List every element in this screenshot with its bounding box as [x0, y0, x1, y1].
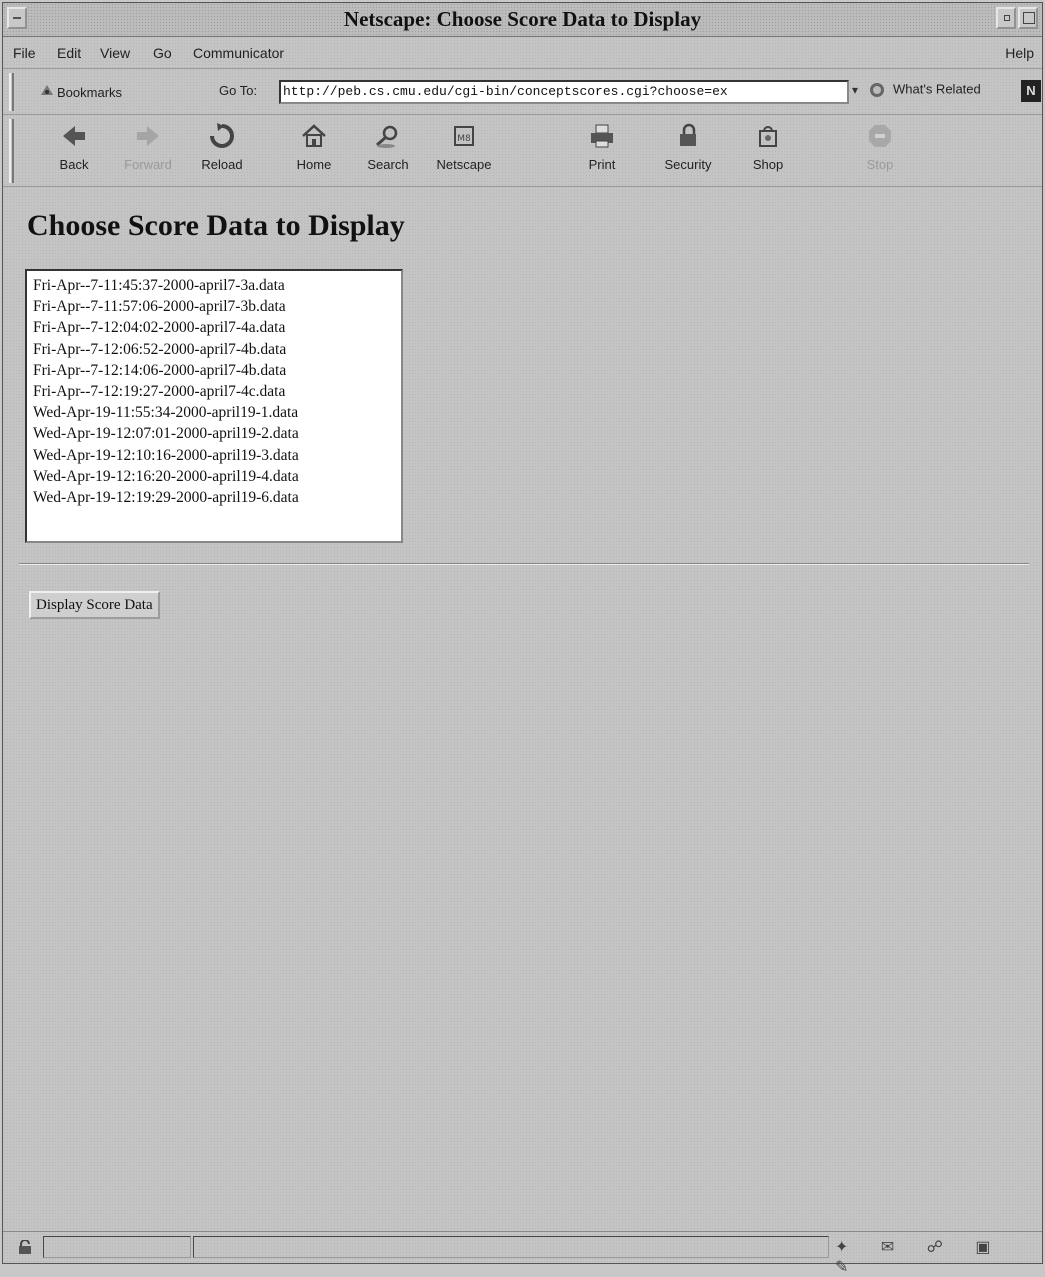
display-score-data-button[interactable]: Display Score Data	[29, 591, 160, 619]
menu-bar: File Edit View Go Communicator Help	[3, 37, 1042, 69]
component-navigator-icon[interactable]: ✦	[835, 1237, 862, 1257]
print-label: Print	[588, 157, 616, 172]
discussion-icon[interactable]: ☍	[927, 1237, 957, 1257]
whats-related-icon	[867, 81, 893, 99]
list-item[interactable]: Wed-Apr-19-11:55:34-2000-april19-1.data	[33, 402, 395, 423]
netscape-label: Netscape	[436, 157, 492, 172]
print-button[interactable]: Print	[569, 119, 635, 181]
score-file-listbox[interactable]: Fri-Apr--7-11:45:37-2000-april7-3a.data …	[25, 269, 403, 543]
reload-button[interactable]: Reload	[189, 119, 255, 181]
svg-text:M8: M8	[457, 134, 471, 144]
url-dropdown-icon[interactable]: ▾	[852, 83, 858, 97]
search-label: Search	[367, 157, 409, 172]
bookmarks-button[interactable]: Bookmarks	[39, 83, 122, 100]
menu-help[interactable]: Help	[1005, 45, 1034, 61]
composer-icon[interactable]: ▣	[975, 1237, 1004, 1257]
forward-label: Forward	[124, 157, 172, 172]
menu-edit[interactable]: Edit	[57, 45, 81, 61]
stop-icon	[869, 125, 891, 147]
forward-button[interactable]: Forward	[115, 119, 181, 181]
status-bar: ✦ ✉ ☍ ▣ ✎	[3, 1231, 1042, 1276]
home-button[interactable]: Home	[281, 119, 347, 181]
bookmarks-label: Bookmarks	[57, 85, 123, 100]
navigation-toolbar: Back Forward Reload Home Search M8 Netsc…	[3, 115, 1042, 187]
list-item[interactable]: Wed-Apr-19-12:07:01-2000-april19-2.data	[33, 423, 395, 444]
home-icon	[302, 124, 326, 147]
whats-related-button[interactable]: What's Related	[867, 81, 981, 99]
stop-button[interactable]: Stop	[847, 119, 913, 181]
window-title: Netscape: Choose Score Data to Display	[343, 7, 702, 31]
reload-label: Reload	[201, 157, 243, 172]
menu-view[interactable]: View	[100, 45, 130, 61]
lock-icon[interactable]	[17, 1240, 33, 1254]
netscape-icon: M8	[454, 126, 474, 146]
back-button[interactable]: Back	[41, 119, 107, 181]
shop-label: Shop	[752, 157, 784, 172]
list-item[interactable]: Fri-Apr--7-11:45:37-2000-april7-3a.data	[33, 275, 395, 296]
shop-button[interactable]: Shop	[735, 119, 801, 181]
list-item[interactable]: Wed-Apr-19-12:19:29-2000-april19-6.data	[33, 487, 395, 508]
menu-go[interactable]: Go	[153, 45, 172, 61]
print-icon	[591, 124, 613, 148]
toolbar-grip[interactable]	[9, 73, 14, 111]
netscape-logo[interactable]: N	[1021, 80, 1041, 102]
list-item[interactable]: Wed-Apr-19-12:10:16-2000-april19-3.data	[33, 445, 395, 466]
browser-window: Netscape: Choose Score Data to Display F…	[2, 2, 1043, 1276]
search-button[interactable]: Search	[355, 119, 421, 181]
goto-label: Go To:	[219, 83, 258, 98]
security-button[interactable]: Security	[655, 119, 721, 181]
title-bar: Netscape: Choose Score Data to Display	[3, 3, 1042, 37]
list-item[interactable]: Fri-Apr--7-12:04:02-2000-april7-4a.data	[33, 317, 395, 338]
netscape-button[interactable]: M8 Netscape	[431, 119, 497, 181]
back-icon	[63, 126, 85, 146]
pen-icon[interactable]: ✎	[835, 1257, 862, 1277]
search-icon	[376, 125, 398, 148]
security-icon	[680, 123, 696, 146]
horizontal-rule	[19, 563, 1029, 565]
mail-icon[interactable]: ✉	[881, 1237, 908, 1257]
list-item[interactable]: Fri-Apr--7-11:57:06-2000-april7-3b.data	[33, 296, 395, 317]
maximize-icon[interactable]	[1018, 7, 1038, 29]
progress-field	[43, 1236, 191, 1258]
location-toolbar: Bookmarks Go To: http://peb.cs.cmu.edu/c…	[3, 69, 1042, 115]
bookmarks-icon	[39, 83, 57, 100]
minimize-icon[interactable]	[996, 7, 1016, 29]
menu-communicator[interactable]: Communicator	[193, 45, 284, 61]
page-content: Choose Score Data to Display Fri-Apr--7-…	[11, 193, 1031, 1233]
list-item[interactable]: Fri-Apr--7-12:14:06-2000-april7-4b.data	[33, 360, 395, 381]
whats-related-label: What's Related	[893, 81, 981, 97]
menu-file[interactable]: File	[13, 45, 36, 61]
component-bar: ✦ ✉ ☍ ▣ ✎	[835, 1237, 1042, 1277]
list-item[interactable]: Wed-Apr-19-12:16:20-2000-april19-4.data	[33, 466, 395, 487]
url-field[interactable]: http://peb.cs.cmu.edu/cgi-bin/conceptsco…	[279, 80, 849, 104]
security-label: Security	[664, 157, 712, 172]
page-title: Choose Score Data to Display	[27, 209, 405, 242]
list-item[interactable]: Fri-Apr--7-12:06:52-2000-april7-4b.data	[33, 339, 395, 360]
forward-icon	[137, 126, 159, 146]
reload-icon	[210, 123, 234, 148]
status-message-field	[193, 1236, 829, 1258]
list-item[interactable]: Fri-Apr--7-12:19:27-2000-april7-4c.data	[33, 381, 395, 402]
stop-label: Stop	[866, 157, 894, 172]
toolbar-grip[interactable]	[9, 119, 14, 183]
back-label: Back	[59, 157, 89, 172]
shop-icon	[759, 126, 777, 147]
home-label: Home	[296, 157, 332, 172]
